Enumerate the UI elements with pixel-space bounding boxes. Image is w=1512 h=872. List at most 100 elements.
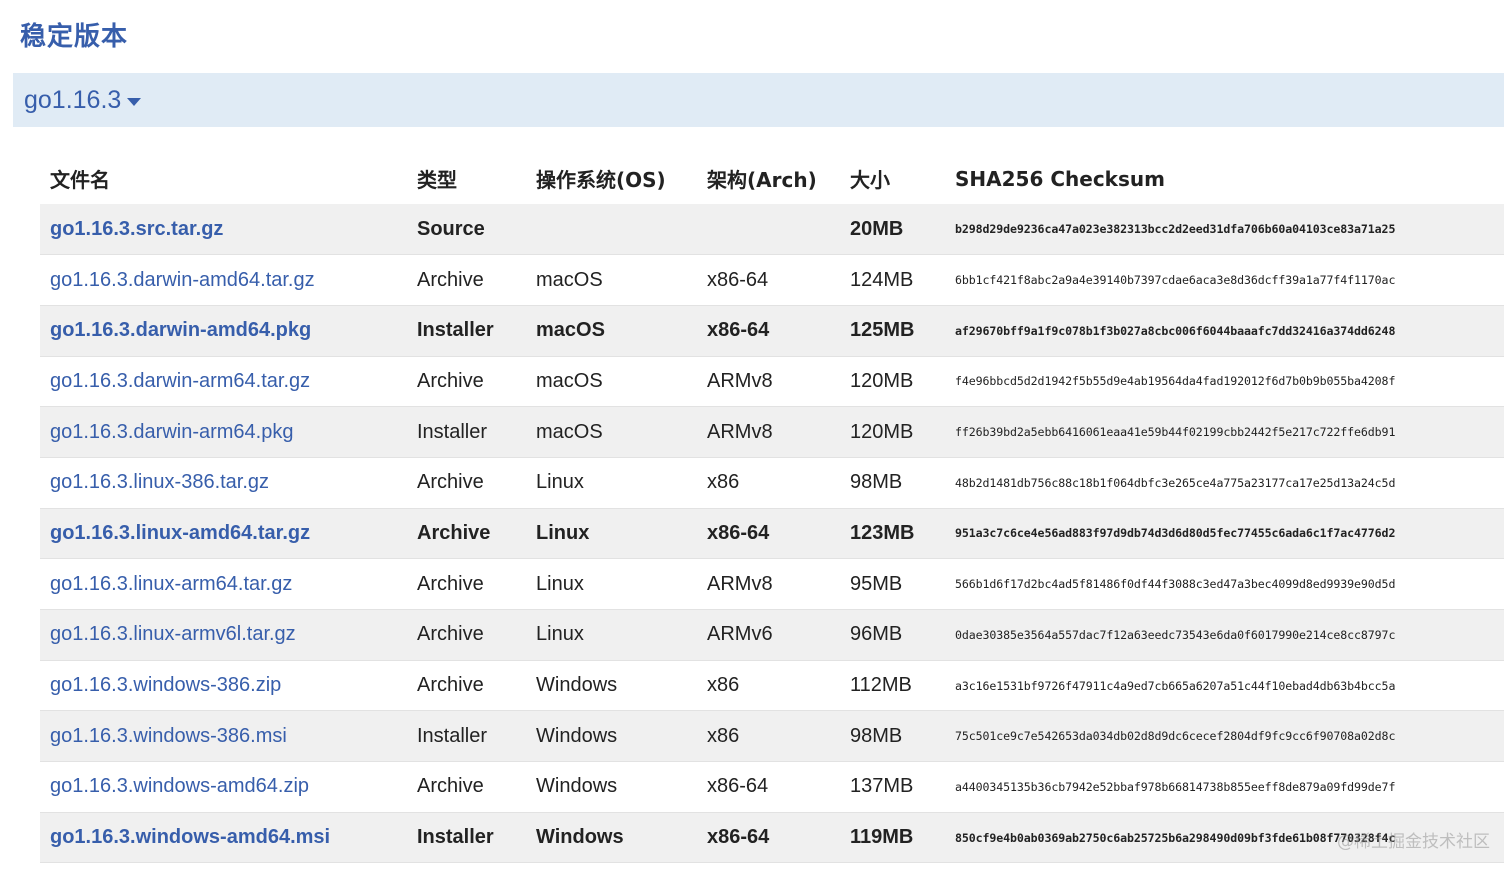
checksum-cell: f4e96bbcd5d2d1942f5b55d9e4ab19564da4fad1… xyxy=(945,356,1504,408)
checksum-cell: 48b2d1481db756c88c18b1f064dbfc3e265ce4a7… xyxy=(945,457,1504,509)
os-cell: macOS xyxy=(526,254,697,306)
table-row: go1.16.3.darwin-arm64.pkg Installer macOS A… xyxy=(40,406,1504,458)
header-arch: 架构(Arch) xyxy=(707,168,817,192)
size-cell: 123MB xyxy=(840,508,945,560)
checksum-cell: 951a3c7c6ce4e56ad883f97d9db74d3d6d80d5fe… xyxy=(945,508,1504,560)
filename-cell: go1.16.3.windows-386.msi xyxy=(40,710,407,763)
table-row: go1.16.3.windows-386.zip Archive Windows x8… xyxy=(40,660,1504,712)
kind-cell: Installer xyxy=(407,305,526,357)
size-cell: 98MB xyxy=(840,457,945,509)
os-cell: Linux xyxy=(526,508,697,560)
kind-cell: Installer xyxy=(407,710,526,763)
size-cell: 125MB xyxy=(840,305,945,357)
arch-cell: ARMv6 xyxy=(697,609,840,661)
os-cell: macOS xyxy=(526,305,697,357)
header-kind: 类型 xyxy=(417,168,457,192)
arch-cell: x86 xyxy=(697,457,840,509)
version-toggle[interactable]: go1.16.3 xyxy=(13,73,1504,127)
filename-cell: go1.16.3.windows-amd64.msi xyxy=(40,812,407,864)
download-link[interactable]: go1.16.3.linux-armv6l.tar.gz xyxy=(50,623,296,645)
os-cell xyxy=(526,204,697,256)
arch-cell: ARMv8 xyxy=(697,558,840,610)
os-cell: Windows xyxy=(526,761,697,813)
os-cell: Windows xyxy=(526,812,697,864)
download-link[interactable]: go1.16.3.windows-amd64.msi xyxy=(50,826,330,848)
kind-cell: Archive xyxy=(407,761,526,813)
download-link[interactable]: go1.16.3.darwin-amd64.pkg xyxy=(50,319,311,341)
checksum-cell: ff26b39bd2a5ebb6416061eaa41e59b44f02199c… xyxy=(945,406,1504,458)
checksum-cell: 75c501ce9c7e542653da034db02d8d9dc6cecef2… xyxy=(945,710,1504,763)
arch-cell: x86-64 xyxy=(697,812,840,864)
filename-cell: go1.16.3.linux-amd64.tar.gz xyxy=(40,508,407,560)
size-cell: 20MB xyxy=(840,204,945,256)
kind-cell: Archive xyxy=(407,356,526,408)
header-checksum: SHA256 Checksum xyxy=(955,166,1165,191)
filename-cell: go1.16.3.windows-amd64.zip xyxy=(40,761,407,813)
table-header-row: 文件名 类型 操作系统(OS) 架构(Arch) 大小 SHA256 Check… xyxy=(40,153,1504,204)
page-title: 稳定版本 xyxy=(20,22,129,52)
arch-cell: x86-64 xyxy=(697,254,840,306)
table-row: go1.16.3.darwin-amd64.pkg Installer macOS x… xyxy=(40,305,1504,357)
watermark: @稀土掘金技术社区 xyxy=(1337,832,1490,852)
kind-cell: Archive xyxy=(407,609,526,661)
header-os: 操作系统(OS) xyxy=(536,168,666,192)
kind-cell: Archive xyxy=(407,558,526,610)
kind-cell: Archive xyxy=(407,660,526,712)
size-cell: 112MB xyxy=(840,660,945,712)
header-filename: 文件名 xyxy=(50,168,110,192)
kind-cell: Installer xyxy=(407,812,526,864)
download-link[interactable]: go1.16.3.windows-386.zip xyxy=(50,674,281,696)
filename-cell: go1.16.3.darwin-arm64.pkg xyxy=(40,406,407,458)
table-row: go1.16.3.src.tar.gz Source 20MB b298d29de92… xyxy=(40,204,1504,256)
table-row: go1.16.3.darwin-amd64.tar.gz Archive macOS… xyxy=(40,254,1504,306)
os-cell: Windows xyxy=(526,660,697,712)
download-link[interactable]: go1.16.3.darwin-arm64.tar.gz xyxy=(50,370,310,392)
table-row: go1.16.3.linux-armv6l.tar.gz Archive Linux… xyxy=(40,609,1504,661)
kind-cell: Installer xyxy=(407,406,526,458)
header-size: 大小 xyxy=(850,168,890,192)
download-link[interactable]: go1.16.3.darwin-arm64.pkg xyxy=(50,421,293,443)
download-link[interactable]: go1.16.3.linux-arm64.tar.gz xyxy=(50,573,292,595)
size-cell: 120MB xyxy=(840,406,945,458)
size-cell: 98MB xyxy=(840,710,945,763)
size-cell: 137MB xyxy=(840,761,945,813)
table-row: go1.16.3.linux-amd64.tar.gz Archive Linux x… xyxy=(40,508,1504,560)
filename-cell: go1.16.3.windows-386.zip xyxy=(40,660,407,712)
caret-down-icon xyxy=(127,97,142,106)
download-link[interactable]: go1.16.3.darwin-amd64.tar.gz xyxy=(50,269,315,291)
checksum-cell: 6bb1cf421f8abc2a9a4e39140b7397cdae6aca3e… xyxy=(945,254,1504,306)
table-row: go1.16.3.windows-386.msi Installer Windows… xyxy=(40,710,1504,763)
checksum-cell: a4400345135b36cb7942e52bbaf978b66814738b… xyxy=(945,761,1504,813)
filename-cell: go1.16.3.linux-armv6l.tar.gz xyxy=(40,609,407,661)
kind-cell: Archive xyxy=(407,508,526,560)
os-cell: Linux xyxy=(526,558,697,610)
size-cell: 124MB xyxy=(840,254,945,306)
arch-cell: x86-64 xyxy=(697,761,840,813)
os-cell: macOS xyxy=(526,406,697,458)
os-cell: Linux xyxy=(526,609,697,661)
downloads-table: 文件名 类型 操作系统(OS) 架构(Arch) 大小 SHA256 Check… xyxy=(40,153,1504,864)
download-link[interactable]: go1.16.3.windows-386.msi xyxy=(50,725,287,747)
kind-cell: Source xyxy=(407,204,526,256)
checksum-cell: a3c16e1531bf9726f47911c4a9ed7cb665a6207a… xyxy=(945,660,1504,712)
size-cell: 120MB xyxy=(840,356,945,408)
version-label: go1.16.3 xyxy=(24,85,122,114)
filename-cell: go1.16.3.darwin-arm64.tar.gz xyxy=(40,356,407,408)
download-link[interactable]: go1.16.3.linux-amd64.tar.gz xyxy=(50,522,310,544)
table-row: go1.16.3.windows-amd64.msi Installer Windo… xyxy=(40,812,1504,864)
download-link[interactable]: go1.16.3.src.tar.gz xyxy=(50,218,223,240)
arch-cell: x86-64 xyxy=(697,508,840,560)
filename-cell: go1.16.3.linux-arm64.tar.gz xyxy=(40,558,407,610)
download-link[interactable]: go1.16.3.windows-amd64.zip xyxy=(50,775,309,797)
arch-cell xyxy=(697,204,840,256)
table-row: go1.16.3.linux-386.tar.gz Archive Linux x86… xyxy=(40,457,1504,509)
checksum-cell: af29670bff9a1f9c078b1f3b027a8cbc006f6044… xyxy=(945,305,1504,357)
kind-cell: Archive xyxy=(407,457,526,509)
filename-cell: go1.16.3.darwin-amd64.tar.gz xyxy=(40,254,407,306)
download-link[interactable]: go1.16.3.linux-386.tar.gz xyxy=(50,471,269,493)
os-cell: Windows xyxy=(526,710,697,763)
table-row: go1.16.3.darwin-arm64.tar.gz Archive macOS… xyxy=(40,356,1504,408)
checksum-cell: 566b1d6f17d2bc4ad5f81486f0df44f3088c3ed4… xyxy=(945,558,1504,610)
arch-cell: x86 xyxy=(697,660,840,712)
size-cell: 119MB xyxy=(840,812,945,864)
